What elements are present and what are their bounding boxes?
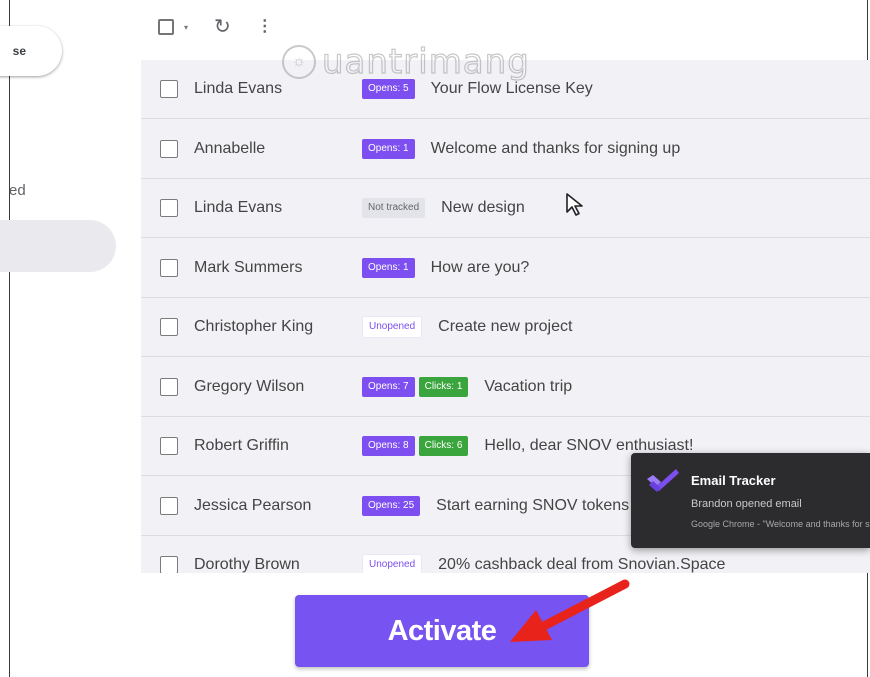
frame-border-left [9, 0, 10, 677]
opens-badge: Opens: 1 [362, 257, 415, 278]
compose-button-label: se [12, 44, 26, 58]
tracking-tags: Opens: 5 Your Flow License Key [362, 79, 593, 99]
email-sender: Mark Summers [194, 258, 303, 276]
mouse-cursor-icon [566, 193, 583, 216]
email-subject: How are you? [430, 258, 530, 276]
email-sender: Jessica Pearson [194, 496, 312, 514]
tracking-tags: Opens: 25 Start earning SNOV tokens [362, 495, 630, 516]
opens-badge: Opens: 7 [362, 376, 415, 397]
email-sender: Gregory Wilson [194, 377, 305, 395]
sidebar-item-selected[interactable] [0, 220, 116, 272]
opens-badge: Opens: 5 [362, 79, 415, 99]
email-row[interactable]: Mark Summers Opens: 1 How are you? [141, 239, 870, 298]
email-row[interactable]: Annabelle Opens: 1 Welcome and thanks for … [141, 120, 870, 179]
row-checkbox[interactable] [160, 258, 178, 277]
compose-button[interactable]: se [0, 26, 62, 76]
tracking-tags: Opens: 7 Clicks: 1 Vacation trip [362, 376, 573, 397]
email-sender: Annabelle [194, 139, 266, 157]
row-checkbox[interactable] [160, 437, 178, 455]
email-tracker-notification[interactable]: Email Tracker Brandon opened email Googl… [631, 453, 870, 548]
notification-title: Email Tracker [691, 473, 776, 488]
untracked-badge: Not tracked [362, 198, 426, 218]
tracking-tags: Opens: 1 Welcome and thanks for signing u… [362, 138, 681, 159]
checkbox-icon[interactable] [158, 19, 174, 35]
unopened-badge: Unopened [362, 316, 423, 338]
caret-down-icon[interactable]: ▾ [184, 23, 188, 32]
refresh-icon[interactable]: ↻ [214, 17, 231, 37]
row-checkbox[interactable] [160, 80, 178, 98]
mail-toolbar: ▾ ↻ ⋮ [158, 12, 273, 42]
notification-source: Google Chrome - "Welcome and thanks for … [691, 519, 870, 529]
notification-body: Brandon opened email [691, 498, 802, 510]
email-sender: Christopher King [194, 318, 314, 335]
email-sender: Linda Evans [194, 80, 283, 97]
row-checkbox[interactable] [160, 496, 178, 515]
email-subject: New design [441, 199, 525, 216]
email-subject: Create new project [438, 318, 573, 335]
opens-badge: Opens: 25 [362, 495, 421, 516]
email-row[interactable]: Gregory Wilson Opens: 7 Clicks: 1 Vacation … [141, 358, 870, 417]
email-subject: Your Flow License Key [430, 80, 593, 97]
clicks-badge: Clicks: 6 [418, 436, 469, 456]
email-sender: Linda Evans [194, 199, 283, 216]
sidebar-label-fragment: ed [9, 182, 26, 199]
tracking-tags: Unopened Create new project [362, 316, 572, 338]
opens-badge: Opens: 1 [362, 138, 415, 159]
more-vert-icon[interactable]: ⋮ [257, 19, 273, 35]
tracking-tags: Not tracked New design [362, 198, 525, 218]
email-sender: Robert Griffin [194, 437, 289, 454]
email-subject: Vacation trip [484, 377, 573, 395]
email-subject: Welcome and thanks for signing up [430, 139, 681, 157]
email-sender: Dorothy Brown [194, 556, 300, 573]
email-row[interactable]: Christopher King Unopened Create new proje… [141, 298, 870, 357]
tracking-tags: Opens: 1 How are you? [362, 257, 530, 278]
watermark: ☼ uantrimang [282, 41, 530, 83]
row-checkbox[interactable] [160, 139, 178, 158]
email-row[interactable]: Linda Evans Not tracked New design [141, 179, 870, 238]
row-checkbox[interactable] [160, 556, 178, 573]
clicks-badge: Clicks: 1 [418, 376, 469, 397]
red-arrow-annotation-icon [510, 579, 630, 642]
row-checkbox[interactable] [160, 199, 178, 217]
opens-badge: Opens: 8 [362, 436, 415, 456]
unopened-badge: Unopened [362, 554, 423, 573]
email-subject: Start earning SNOV tokens [436, 496, 630, 514]
watermark-text: uantrimang [321, 41, 530, 82]
lightbulb-icon: ☼ [282, 45, 316, 79]
row-checkbox[interactable] [160, 377, 178, 396]
row-checkbox[interactable] [160, 318, 178, 336]
email-tracker-logo-icon [647, 469, 679, 492]
